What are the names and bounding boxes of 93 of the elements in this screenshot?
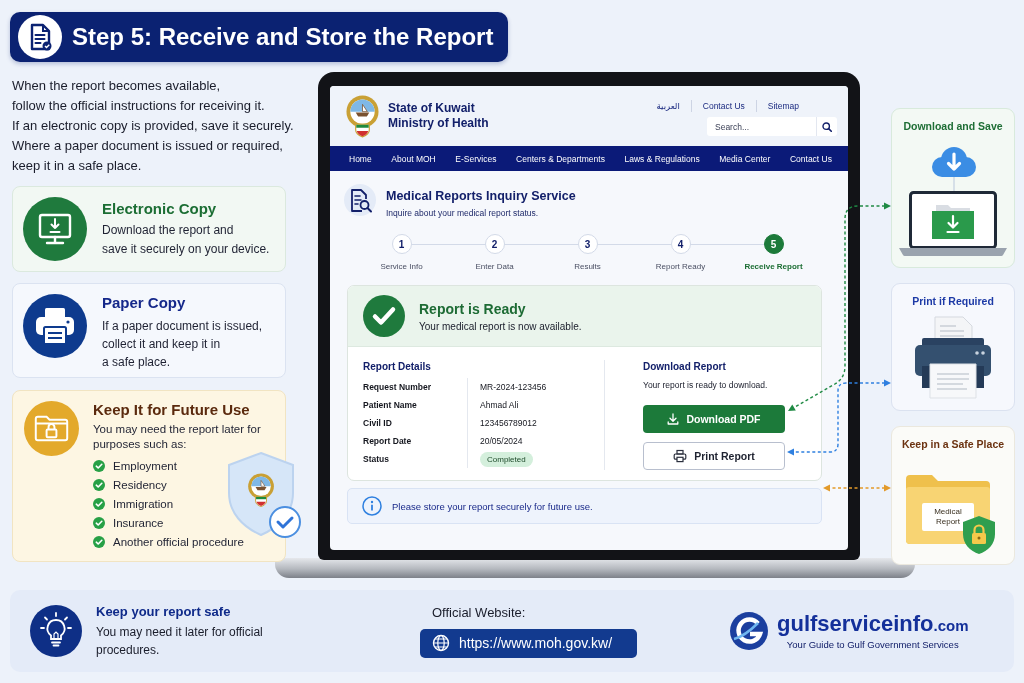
download-icon [667,413,680,425]
detail-value: 123456789012 [480,417,537,430]
step-label: Results [574,261,601,273]
detail-value: Ahmad Ali [480,399,519,412]
step-label: Service Info [380,261,423,273]
header-link[interactable]: العربية [656,100,680,112]
logo-icon [730,612,768,650]
step-label: Enter Data [475,261,514,273]
detail-label: Status [363,453,390,466]
info-icon [362,496,382,516]
notice-text: Please store your report securely for future use. [392,500,593,512]
search-field[interactable]: Search... [707,117,816,136]
purpose-item: Immigration [113,497,174,510]
purpose-item: Residency [113,478,167,491]
download-text: Your report is ready to download. [643,379,768,391]
header-link[interactable]: Contact Us [702,100,745,112]
nav-link[interactable]: About MOH [391,153,436,164]
globe-icon [432,634,450,652]
detail-label: Report Date [363,435,413,448]
tip-title: Keep your report safe [96,603,232,620]
card-title: Electronic Copy [102,199,218,218]
print-button[interactable]: Print Report [643,442,785,470]
site-title: State of Kuwait [388,101,476,116]
check-icon [93,497,105,510]
purpose-item: Insurance [113,516,164,529]
status-title: Report is Ready [419,299,527,318]
detail-label: Patient Name [363,399,418,412]
check-icon [93,516,105,529]
intro-text: When the report becomes available, follow the official instructions for receiving it. If an electronic copy is provided, save it securely. Where a paper document is issued or required, keep it in a safe place. [12,77,294,175]
step-number: 5 [763,234,784,254]
step-label: Receive Report [744,261,803,273]
check-icon [93,478,105,491]
report-paper: Medical Report [922,503,974,531]
check-circle-icon [363,295,405,337]
status-text: Your medical report is now available. [419,319,582,333]
page-title: Step 5: Receive and Store the Report [72,22,494,52]
card-title: Keep in a Safe Place [901,437,1005,451]
status-badge: Completed [480,451,533,467]
nav-link[interactable]: Media Center [719,153,771,164]
brand-domain: .com [933,616,969,634]
nav-link[interactable]: Contact Us [789,153,832,164]
shield-check-icon [225,451,301,539]
step-label: Report Ready [655,261,706,273]
step-number: 2 [484,234,505,254]
shield-lock-icon [960,515,998,555]
section-heading: Report Details [363,360,432,374]
header-link[interactable]: Sitemap [767,100,799,112]
nav-link[interactable]: E-Services [455,153,497,164]
folder-lock-icon [24,401,79,456]
document-search-icon [344,184,376,216]
step-number: 4 [670,234,691,254]
document-icon [18,15,62,59]
service-subtitle: Inquire about your medical report status. [386,207,540,219]
card-title: Download and Save [903,119,1003,133]
step-number: 1 [391,234,412,254]
nav-link[interactable]: Laws & Regulations [624,153,700,164]
card-text: Download the report and save it securely on your device. [102,221,270,258]
search-button[interactable] [816,117,837,136]
monitor-download-icon [23,197,87,261]
step-number: 3 [577,234,598,254]
connector-arrow [823,484,891,492]
card-text: You may need the report later for purposes such as: [93,422,261,452]
website-link[interactable]: https://www.moh.gov.kw/ [420,628,637,658]
printer-icon [23,294,87,358]
emblem-icon [345,94,380,138]
lightbulb-icon [30,605,82,657]
printer-icon [913,316,993,400]
site-title: Ministry of Health [388,116,489,131]
search-icon [822,121,832,132]
website-label: Official Website: [431,604,527,621]
detail-label: Civil ID [363,417,393,430]
brand-tagline: Your Guide to Gulf Government Services [786,638,959,651]
cloud-download-icon [932,147,976,192]
section-heading: Download Report [643,360,726,374]
card-text: If a paper document is issued, collect it and keep it in a safe place. [102,318,263,371]
detail-value: MR-2024-123456 [480,381,547,394]
service-title: Medical Reports Inquiry Service [386,188,576,204]
check-icon [93,459,105,472]
download-button[interactable]: Download PDF [643,405,785,433]
detail-label: Request Number [363,381,432,394]
printer-icon [673,449,688,463]
detail-value: 20/05/2024 [480,435,523,448]
tip-text: You may need it later for official procedures. [96,624,263,659]
purpose-item: Employment [113,459,177,472]
purpose-item: Another official procedure [113,535,244,548]
laptop-folder-icon [899,191,1007,256]
brand-name: gulfserviceinfo [777,611,934,636]
nav-link[interactable]: Centers & Departments [516,153,605,164]
check-icon [93,535,105,548]
card-title: Keep It for Future Use [93,401,251,419]
card-title: Print if Required [912,294,994,308]
nav-link[interactable]: Home [349,153,372,164]
card-title: Paper Copy [102,294,187,312]
